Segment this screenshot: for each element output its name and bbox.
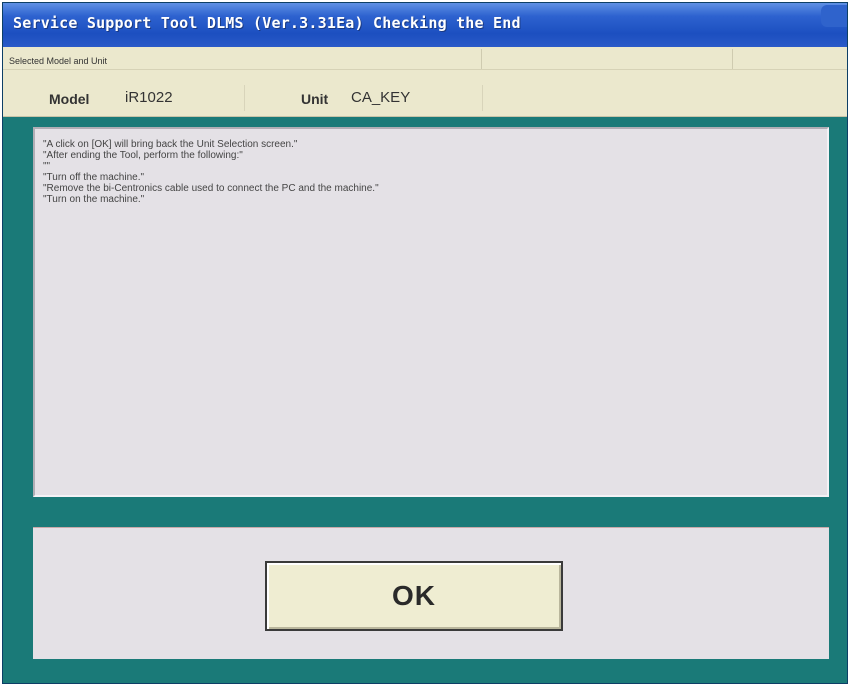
model-label: Model	[49, 91, 90, 107]
selection-caption: Selected Model and Unit	[9, 56, 108, 66]
message-panel: "A click on [OK] will bring back the Uni…	[33, 127, 829, 497]
info-empty-box	[481, 49, 733, 69]
dialog-window: Service Support Tool DLMS (Ver.3.31Ea) C…	[2, 2, 848, 684]
ok-button-label: OK	[392, 580, 436, 611]
info-divider	[3, 69, 847, 70]
message-line: "Remove the bi-Centronics cable used to …	[43, 183, 379, 194]
message-line: "Turn on the machine."	[43, 194, 145, 205]
titlebar-corner-tab	[821, 5, 847, 27]
message-list: "A click on [OK] will bring back the Uni…	[43, 139, 379, 205]
model-value: iR1022	[117, 85, 245, 111]
title-bar[interactable]: Service Support Tool DLMS (Ver.3.31Ea) C…	[3, 3, 847, 47]
unit-value: CA_KEY	[343, 85, 483, 111]
selection-info-panel: Selected Model and Unit Model iR1022 Uni…	[3, 47, 847, 117]
message-line: ""	[43, 161, 51, 172]
ok-button[interactable]: OK	[265, 561, 563, 631]
message-line: "After ending the Tool, perform the foll…	[43, 150, 243, 161]
unit-label: Unit	[301, 91, 329, 107]
window-title: Service Support Tool DLMS (Ver.3.31Ea) C…	[13, 14, 521, 32]
message-line: "A click on [OK] will bring back the Uni…	[43, 139, 298, 150]
message-line: "Turn off the machine."	[43, 172, 145, 183]
